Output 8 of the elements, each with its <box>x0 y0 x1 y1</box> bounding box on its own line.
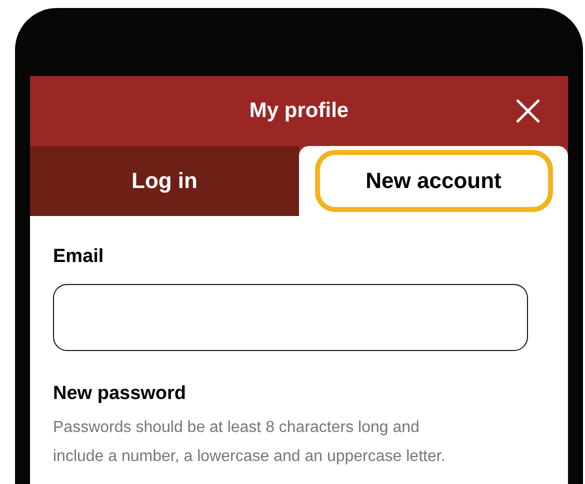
close-icon[interactable] <box>515 98 541 124</box>
email-label: Email <box>53 246 105 268</box>
email-field[interactable] <box>53 284 528 351</box>
tab[interactable]: New account <box>314 150 552 212</box>
password-hint: Passwords should be at least 8 characters long and include a number, a lowercase and an uppercase letter. <box>53 418 446 467</box>
dialog-title: My profile <box>249 99 349 123</box>
tab[interactable]: Log in <box>46 150 284 212</box>
password-label: New password <box>53 383 188 405</box>
